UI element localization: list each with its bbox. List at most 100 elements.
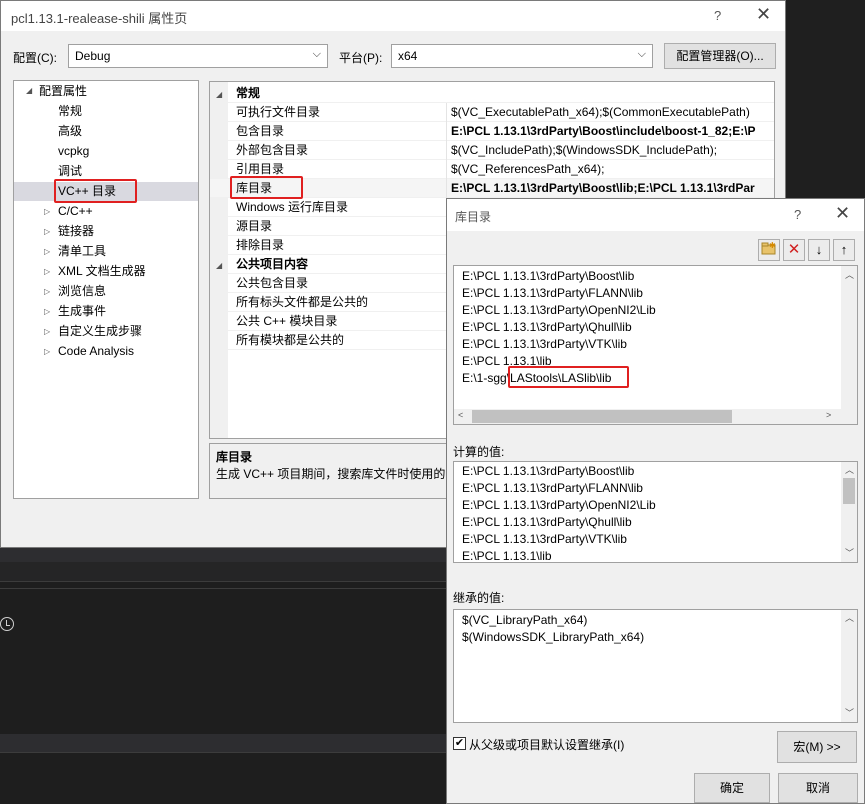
grid-row-external-include-dirs[interactable]: 外部包含目录 $(VC_IncludePath);$(WindowsSDK_In… (210, 141, 774, 160)
list-item[interactable]: E:\PCL 1.13.1\3rdParty\FLANN\lib (462, 285, 643, 302)
chevron-down-icon: ⌵ (637, 48, 646, 60)
expanded-triangle-icon[interactable]: ◢ (216, 85, 222, 104)
computed-values-list: E:\PCL 1.13.1\3rdParty\Boost\lib E:\PCL … (453, 461, 858, 563)
grid-row-include-dirs[interactable]: 包含目录 E:\PCL 1.13.1\3rdParty\Boost\includ… (210, 122, 774, 141)
collapsed-triangle-icon[interactable]: ▷ (44, 327, 50, 336)
grid-separator (446, 160, 447, 179)
inherit-checkbox-label[interactable]: 从父级或项目默认设置继承(I) (469, 736, 624, 753)
ide-output-panel (0, 588, 446, 734)
close-button[interactable]: ✕ (756, 4, 771, 25)
chevron-down-icon[interactable]: ﹀ (845, 546, 854, 559)
grid-separator (446, 179, 447, 198)
config-value: Debug (75, 49, 111, 63)
platform-value: x64 (398, 49, 418, 63)
list-item[interactable]: E:\PCL 1.13.1\3rdParty\Boost\lib (462, 268, 634, 285)
ok-button[interactable]: 确定 (694, 773, 770, 803)
grid-category-general[interactable]: ◢ 常规 (210, 84, 774, 104)
property-name: 排除目录 (236, 238, 285, 252)
property-name: 所有标头文件都是公共的 (236, 295, 369, 309)
clock-icon (0, 617, 14, 631)
collapsed-triangle-icon[interactable]: ▷ (44, 207, 50, 216)
tree-item-general[interactable]: 常规 (58, 102, 82, 121)
config-manager-button[interactable]: 配置管理器(O)... (664, 43, 776, 69)
list-item: E:\PCL 1.13.1\3rdParty\VTK\lib (462, 532, 627, 546)
collapsed-triangle-icon[interactable]: ▷ (44, 247, 50, 256)
delete-icon[interactable]: ✕ (783, 239, 805, 261)
move-up-icon[interactable]: ↑ (833, 239, 855, 261)
title-bar: 库目录 ? ✕ (447, 199, 864, 231)
chevron-down-icon[interactable]: ﹀ (845, 706, 854, 719)
tree-root-config-properties[interactable]: 配置属性 (39, 82, 87, 101)
move-down-icon[interactable]: ↓ (808, 239, 830, 261)
expanded-triangle-icon[interactable]: ◢ (216, 256, 222, 275)
collapsed-triangle-icon[interactable]: ▷ (44, 227, 50, 236)
chevron-up-icon[interactable]: ︿ (845, 463, 854, 476)
tree-item-manifest-tool[interactable]: 清单工具 (58, 242, 106, 261)
grid-separator (446, 103, 447, 122)
list-item[interactable]: E:\PCL 1.13.1\3rdParty\Qhull\lib (462, 319, 632, 336)
config-tree: ◢ 配置属性 常规 高级 vcpkg 调试 VC++ 目录 ▷ C/C++ ▷ … (13, 80, 199, 499)
vertical-scrollbar[interactable]: ︿ ﹀ (841, 462, 857, 562)
tree-item-xml-doc[interactable]: XML 文档生成器 (58, 262, 146, 281)
new-line-icon[interactable]: ✱ (758, 239, 780, 261)
tree-item-browse-info[interactable]: 浏览信息 (58, 282, 106, 301)
inherit-checkbox[interactable]: ✔ (453, 737, 466, 750)
collapsed-triangle-icon[interactable]: ▷ (44, 267, 50, 276)
category-label: 常规 (236, 86, 261, 100)
help-button[interactable]: ? (794, 207, 801, 222)
chevron-up-icon[interactable]: ︿ (845, 268, 854, 281)
inherited-values-list: $(VC_LibraryPath_x64) $(WindowsSDK_Libra… (453, 609, 858, 723)
ide-background-strip (0, 734, 446, 752)
chevron-up-icon[interactable]: ︿ (845, 611, 854, 624)
chevron-down-icon: ⌵ (312, 48, 321, 60)
property-name: Windows 运行库目录 (236, 200, 349, 214)
tree-item-linker[interactable]: 链接器 (58, 222, 94, 241)
config-select[interactable]: Debug ⌵ (68, 44, 328, 68)
config-label: 配置(C): (13, 51, 57, 65)
property-name: 源目录 (236, 219, 273, 233)
tree-item-code-analysis[interactable]: Code Analysis (58, 342, 134, 361)
cancel-button[interactable]: 取消 (778, 773, 858, 803)
help-button[interactable]: ? (714, 8, 721, 23)
ide-background-strip (0, 562, 446, 582)
vertical-scrollbar[interactable]: ︿ (841, 266, 857, 409)
property-value: $(VC_IncludePath);$(WindowsSDK_IncludePa… (451, 143, 718, 157)
scrollbar-thumb[interactable] (472, 410, 732, 423)
horizontal-scrollbar[interactable]: < > (454, 409, 857, 424)
svg-text:✱: ✱ (769, 241, 776, 250)
property-name: 所有模块都是公共的 (236, 333, 345, 347)
close-button[interactable]: ✕ (835, 203, 850, 224)
highlight-box (508, 366, 629, 388)
tree-item-build-events[interactable]: 生成事件 (58, 302, 106, 321)
library-directories-dialog: 库目录 ? ✕ ✱ ✕ ↓ ↑ E:\PCL 1.13.1\3rdParty\B… (446, 198, 865, 804)
tree-item-advanced[interactable]: 高级 (58, 122, 82, 141)
list-item[interactable]: E:\PCL 1.13.1\3rdParty\OpenNI2\Lib (462, 302, 656, 319)
collapsed-triangle-icon[interactable]: ▷ (44, 347, 50, 356)
directory-list[interactable]: E:\PCL 1.13.1\3rdParty\Boost\lib E:\PCL … (453, 265, 858, 425)
window-title: pcl1.13.1-realease-shili 属性页 (11, 11, 188, 26)
tree-item-vcpkg[interactable]: vcpkg (58, 142, 89, 161)
collapsed-triangle-icon[interactable]: ▷ (44, 287, 50, 296)
platform-select[interactable]: x64 ⌵ (391, 44, 653, 68)
grid-row-executable-dirs[interactable]: 可执行文件目录 $(VC_ExecutablePath_x64);$(Commo… (210, 103, 774, 122)
scrollbar-thumb[interactable] (843, 478, 855, 504)
list-item: $(VC_LibraryPath_x64) (462, 613, 588, 627)
expanded-triangle-icon[interactable]: ◢ (26, 86, 32, 95)
collapsed-triangle-icon[interactable]: ▷ (44, 307, 50, 316)
tree-item-cpp[interactable]: C/C++ (58, 202, 93, 221)
property-value: E:\PCL 1.13.1\3rdParty\Boost\lib;E:\PCL … (451, 181, 755, 195)
macro-button[interactable]: 宏(M) >> (777, 731, 857, 763)
ide-background-strip (0, 752, 446, 804)
computed-values-label: 计算的值: (453, 445, 505, 459)
tree-item-custom-build[interactable]: 自定义生成步骤 (58, 322, 142, 341)
description-title: 库目录 (216, 450, 253, 464)
list-item[interactable]: E:\PCL 1.13.1\3rdParty\VTK\lib (462, 336, 627, 353)
dialog-title: 库目录 (455, 210, 492, 224)
platform-label: 平台(P): (339, 51, 383, 65)
grid-separator (446, 141, 447, 160)
highlight-box (54, 179, 137, 203)
vertical-scrollbar[interactable]: ︿ ﹀ (841, 610, 857, 722)
chevron-left-icon[interactable]: < (458, 410, 463, 420)
chevron-right-icon[interactable]: > (826, 410, 831, 420)
list-item: $(WindowsSDK_LibraryPath_x64) (462, 630, 645, 644)
